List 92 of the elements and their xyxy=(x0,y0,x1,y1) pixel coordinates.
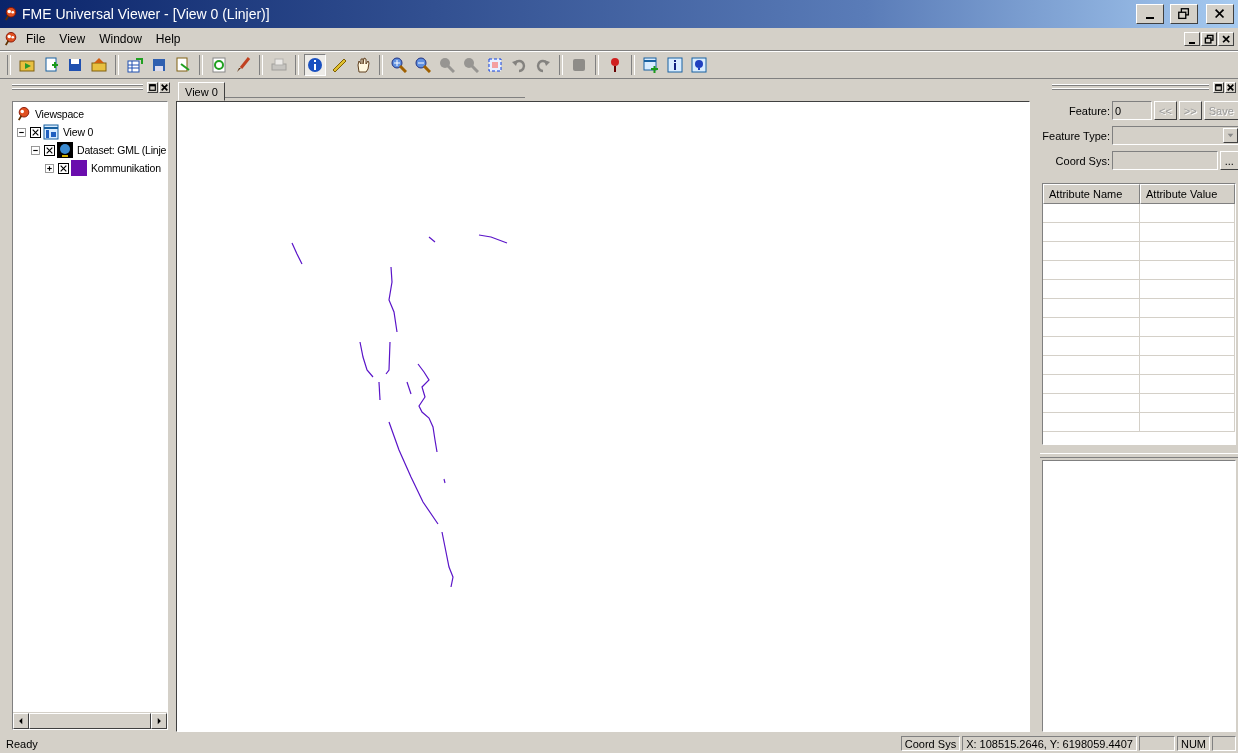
ruler-icon xyxy=(331,57,347,73)
window-title: FME Universal Viewer - [View 0 (Linjer)] xyxy=(22,6,271,22)
minus-icon xyxy=(31,145,40,155)
hand-icon xyxy=(355,57,371,73)
field-label: Coord Sys: xyxy=(1054,154,1110,167)
scroll-right-button[interactable] xyxy=(151,713,167,729)
cross-icon xyxy=(45,145,54,155)
status-pane xyxy=(1138,736,1175,751)
minimize-icon xyxy=(1146,17,1154,19)
viewspace-icon xyxy=(17,107,31,121)
globe-icon xyxy=(57,142,73,158)
column-header[interactable]: Attribute Name xyxy=(1043,184,1140,204)
logo-icon xyxy=(4,32,18,46)
restore-button[interactable] xyxy=(1170,4,1198,24)
status-message: Ready xyxy=(5,737,39,750)
close-icon xyxy=(1226,82,1235,92)
tree-item[interactable]: Viewspace xyxy=(33,108,84,120)
minimize-icon xyxy=(1189,41,1195,44)
folder-arrow-icon xyxy=(91,57,107,73)
cross-icon xyxy=(31,127,40,137)
close-button[interactable] xyxy=(1206,4,1234,24)
tree-item[interactable]: Kommunikation xyxy=(89,162,161,174)
info-icon xyxy=(307,57,323,73)
floppy-icon xyxy=(151,57,167,73)
cross-icon xyxy=(59,163,68,173)
menu-item[interactable]: Window xyxy=(93,30,148,48)
magnifier-icon xyxy=(439,57,455,73)
coordinates-readout: X: 108515.2646, Y: 6198059.4407 xyxy=(962,736,1137,751)
stop-icon xyxy=(571,57,587,73)
menu-item[interactable]: Help xyxy=(149,30,187,48)
dropdown-button[interactable] xyxy=(1222,128,1238,143)
tree-item[interactable]: Dataset: GML (Linje xyxy=(75,144,167,156)
zoom-out-icon xyxy=(415,57,431,73)
visibility-checkbox[interactable] xyxy=(30,126,41,138)
info-panel-button[interactable] xyxy=(664,54,686,76)
collapse-toggle[interactable] xyxy=(17,127,26,137)
feature-field[interactable]: 0 xyxy=(1112,101,1152,120)
scrollbar-thumb[interactable] xyxy=(29,713,151,729)
visibility-checkbox[interactable] xyxy=(44,144,55,156)
table-arrow-icon xyxy=(127,57,143,73)
status-pane xyxy=(1212,736,1236,751)
close-icon xyxy=(1213,7,1227,21)
info-panel-icon xyxy=(667,57,683,73)
status-label: Coord Sys xyxy=(900,736,961,751)
zoom-in-icon xyxy=(391,57,407,73)
coord-sys-field[interactable] xyxy=(1112,151,1218,170)
num-lock-indicator: NUM xyxy=(1176,736,1210,751)
printer-icon xyxy=(271,57,287,73)
plus-icon xyxy=(45,163,54,173)
logo-icon xyxy=(4,7,18,21)
maximize-icon xyxy=(148,82,157,92)
field-label: Feature: xyxy=(1068,104,1110,117)
folder-icon xyxy=(19,57,35,73)
minimize-button[interactable] xyxy=(1136,4,1164,24)
document-plus-icon xyxy=(43,57,59,73)
redo-icon xyxy=(535,57,551,73)
maximize-icon xyxy=(1214,82,1223,92)
minus-icon xyxy=(17,127,26,137)
brush-icon xyxy=(235,57,251,73)
info-button[interactable] xyxy=(304,54,326,76)
restore-icon xyxy=(1203,33,1215,45)
zoom-out-button[interactable] xyxy=(412,54,434,76)
scroll-left-button[interactable] xyxy=(13,713,29,729)
tree-item[interactable]: View 0 xyxy=(61,126,94,138)
maximize-button[interactable] xyxy=(1213,81,1224,93)
zoom-in-button[interactable] xyxy=(388,54,410,76)
close-button[interactable] xyxy=(1218,32,1234,46)
zoom-extents-icon xyxy=(487,57,503,73)
close-icon xyxy=(1220,33,1232,45)
menu-item[interactable]: View xyxy=(53,30,92,48)
caret-icon xyxy=(1225,131,1235,140)
column-header[interactable]: Attribute Value xyxy=(1140,184,1235,204)
close-icon xyxy=(160,82,169,92)
restore-button[interactable] xyxy=(1201,32,1217,46)
close-button[interactable] xyxy=(159,81,170,93)
maximize-button[interactable] xyxy=(147,81,158,93)
view-tab[interactable]: View 0 xyxy=(178,82,225,101)
close-button[interactable] xyxy=(1225,81,1236,93)
magnifier-icon xyxy=(463,57,479,73)
expand-toggle[interactable] xyxy=(45,163,54,173)
floppy-icon xyxy=(67,57,83,73)
feature-type-dropdown[interactable] xyxy=(1112,126,1238,145)
undo-icon xyxy=(511,57,527,73)
minimize-button[interactable] xyxy=(1184,32,1200,46)
visibility-checkbox[interactable] xyxy=(58,162,69,174)
view-icon xyxy=(43,124,59,140)
restore-icon xyxy=(1177,7,1191,21)
browse-button[interactable]: ... xyxy=(1219,151,1238,170)
collapse-toggle[interactable] xyxy=(31,145,40,155)
field-label: Feature Type: xyxy=(1042,129,1110,142)
menu-item[interactable]: File xyxy=(20,30,52,48)
add-view-icon xyxy=(643,57,659,73)
